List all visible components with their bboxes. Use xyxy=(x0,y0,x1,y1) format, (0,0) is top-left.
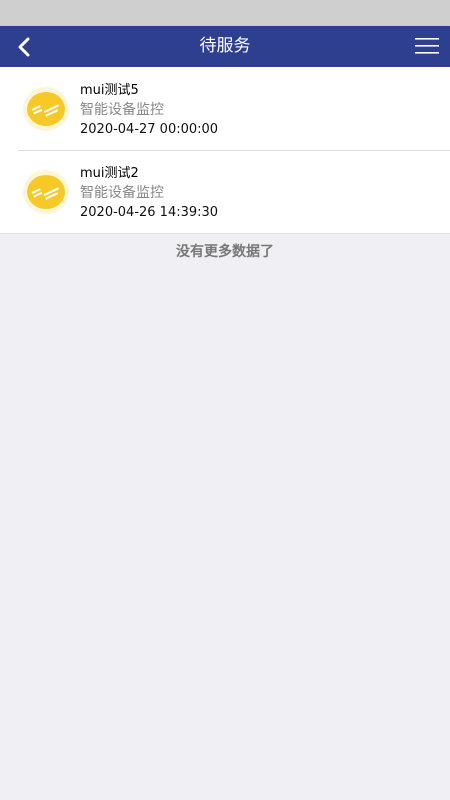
status-bar xyxy=(0,0,450,26)
hamburger-menu-icon[interactable] xyxy=(414,36,440,56)
item-subtitle: 智能设备监控 xyxy=(80,185,164,201)
service-list: mui测试5 智能设备监控 2020-04-27 00:00:00 mui测试2… xyxy=(0,67,450,234)
item-subtitle: 智能设备监控 xyxy=(80,102,164,118)
device-monitor-badge-icon xyxy=(23,87,69,131)
list-item[interactable]: mui测试2 智能设备监控 2020-04-26 14:39:30 xyxy=(0,150,450,233)
list-item[interactable]: mui测试5 智能设备监控 2020-04-27 00:00:00 xyxy=(0,67,450,150)
page-title: 待服务 xyxy=(199,36,251,56)
no-more-data-label: 没有更多数据了 xyxy=(176,244,274,260)
header-bar: 待服务 xyxy=(0,26,450,67)
item-title: mui测试5 xyxy=(80,83,139,98)
device-monitor-badge-icon xyxy=(23,170,69,214)
item-time: 2020-04-27 00:00:00 xyxy=(80,122,219,137)
list-divider xyxy=(0,233,450,234)
item-title: mui测试2 xyxy=(80,166,139,181)
item-time: 2020-04-26 14:39:30 xyxy=(80,205,219,220)
